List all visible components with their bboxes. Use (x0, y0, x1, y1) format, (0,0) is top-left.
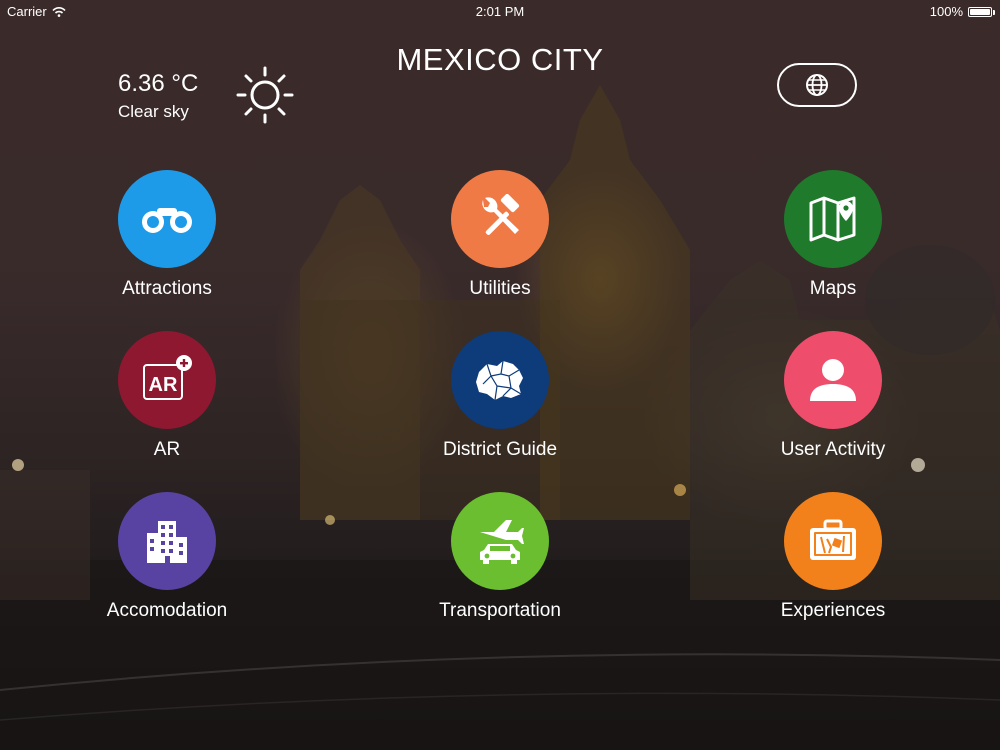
sun-icon (236, 66, 294, 124)
attractions-label: Attractions (122, 278, 212, 299)
weather-description: Clear sky (118, 102, 189, 121)
transportation-circle (451, 492, 549, 590)
ar-circle: AR (118, 331, 216, 429)
tile-accomodation[interactable]: Accomodation (67, 492, 267, 622)
building-icon (147, 521, 187, 563)
user-icon (810, 359, 856, 401)
svg-text:AR: AR (149, 374, 178, 396)
district-guide-label: District Guide (442, 439, 558, 460)
experiences-label: Experiences (780, 600, 886, 621)
battery-status: 100% (929, 4, 995, 19)
utilities-label: Utilities (469, 278, 531, 299)
ar-label: AR (153, 439, 181, 460)
tile-transportation[interactable]: Transportation (400, 492, 600, 622)
tile-maps[interactable]: Maps (733, 170, 933, 300)
suitcase-icon (810, 519, 856, 560)
experiences-circle (784, 492, 882, 590)
ar-plus-icon: AR (143, 355, 192, 400)
binoculars-icon (142, 208, 192, 233)
utilities-circle (451, 170, 549, 268)
status-bar: Carrier 2:01 PM 100% (0, 0, 1000, 22)
maps-label: Maps (809, 278, 857, 299)
tile-user-activity[interactable]: User Activity (733, 331, 933, 461)
globe-icon (806, 74, 828, 96)
user-activity-label: User Activity (780, 439, 886, 460)
battery-percent: 100% (929, 4, 963, 19)
language-button[interactable] (777, 63, 857, 107)
battery-fill (970, 8, 990, 15)
user-activity-circle (784, 331, 882, 429)
map-pin-icon (809, 196, 856, 242)
accomodation-circle (118, 492, 216, 590)
tile-attractions[interactable]: Attractions (67, 170, 267, 300)
weather-temperature: 6.36 °C (118, 70, 199, 97)
district-guide-circle (451, 331, 549, 429)
weather-widget: 6.36 °C Clear sky (118, 70, 198, 122)
battery-icon (968, 6, 995, 17)
tile-utilities[interactable]: Utilities (400, 170, 600, 300)
status-time: 2:01 PM (475, 4, 525, 19)
attractions-circle (118, 170, 216, 268)
district-map-icon (476, 360, 523, 401)
tools-icon (482, 194, 520, 235)
tile-ar[interactable]: AR AR (67, 331, 267, 461)
maps-circle (784, 170, 882, 268)
tile-district-guide[interactable]: District Guide (400, 331, 600, 461)
accomodation-label: Accomodation (106, 600, 228, 621)
plane-car-icon (480, 520, 524, 564)
transportation-label: Transportation (439, 600, 561, 621)
tile-experiences[interactable]: Experiences (733, 492, 933, 622)
